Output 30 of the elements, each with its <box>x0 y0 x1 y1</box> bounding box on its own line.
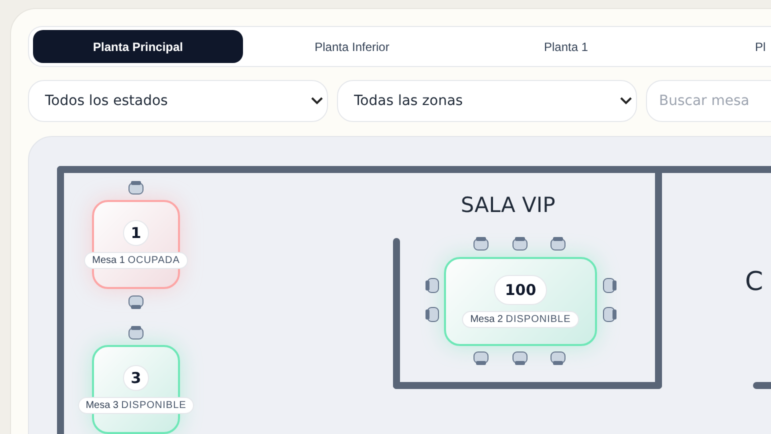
chair-icon <box>128 295 144 310</box>
status-select[interactable]: Todos los estados <box>28 80 328 122</box>
chair-icon <box>512 236 528 251</box>
table-label: Mesa 3 DISPONIBLE <box>78 397 194 414</box>
chevron-down-icon <box>311 97 323 105</box>
chair-icon <box>550 351 566 366</box>
zone-select[interactable]: Todas las zonas <box>337 80 637 122</box>
chair-icon <box>473 236 489 251</box>
zone-label: C <box>745 267 764 297</box>
table-number: 3 <box>123 365 149 391</box>
table-number: 1 <box>123 220 149 246</box>
table-label: Mesa 2 DISPONIBLE <box>462 311 579 328</box>
floor-tab[interactable]: Planta Inferior <box>247 30 457 63</box>
chair-icon <box>550 236 566 251</box>
search-field[interactable]: Buscar mesa <box>646 80 771 122</box>
chair-icon <box>602 307 618 322</box>
zone-label: SALA VIP <box>460 193 556 217</box>
chair-icon <box>424 278 440 293</box>
table-label: Mesa 1 OCUPADA <box>84 252 188 269</box>
chevron-down-icon <box>620 97 632 105</box>
floor-tab[interactable]: Pl <box>675 30 767 63</box>
chair-icon <box>512 351 528 366</box>
chair-icon <box>128 325 144 340</box>
chair-icon <box>473 351 489 366</box>
chair-icon <box>128 180 144 195</box>
chair-icon <box>424 307 440 322</box>
chair-icon <box>602 278 618 293</box>
floor-tab[interactable]: Planta Principal <box>33 30 243 63</box>
floor-tab[interactable]: Planta 1 <box>461 30 671 63</box>
table-number: 100 <box>494 275 548 305</box>
